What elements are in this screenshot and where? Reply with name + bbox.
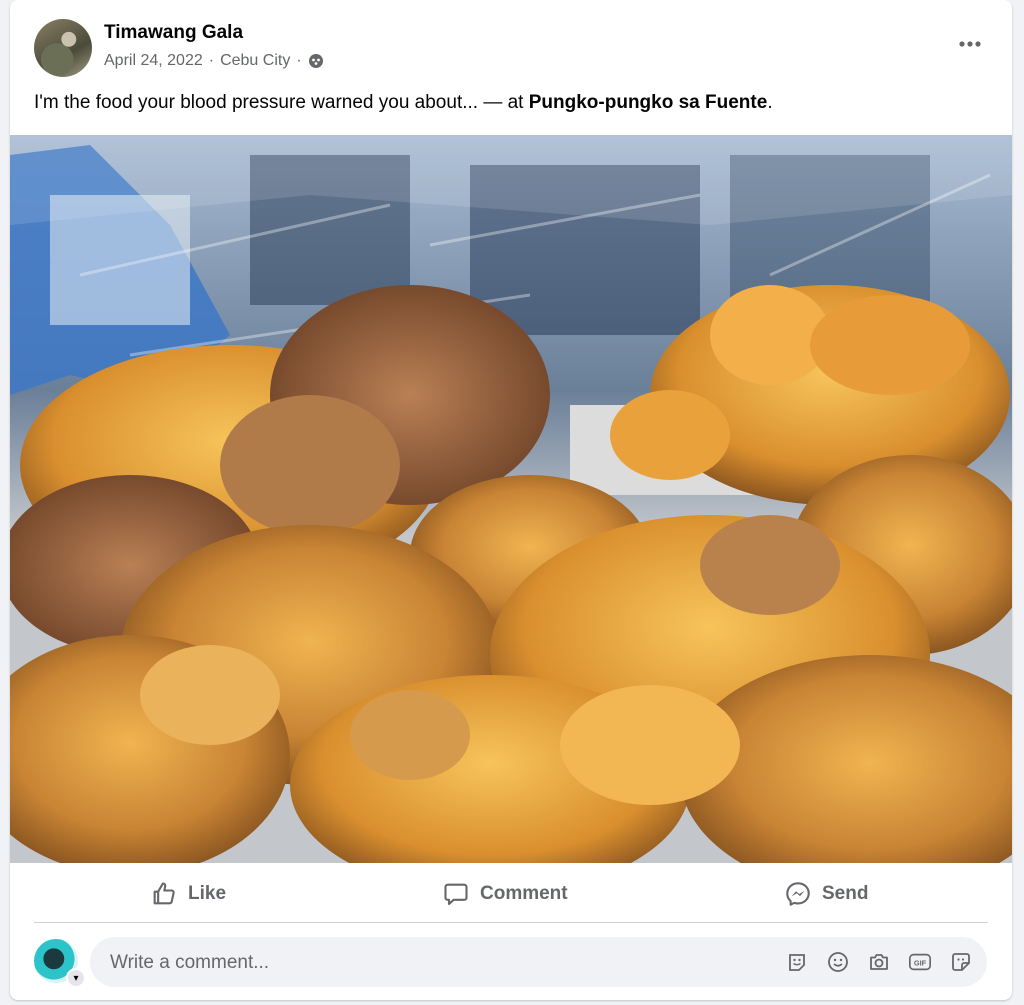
caption-end: . <box>767 92 773 113</box>
author-avatar[interactable] <box>34 19 92 77</box>
meta-separator: · <box>208 52 215 69</box>
speech-bubble-icon <box>444 883 468 905</box>
comment-button[interactable]: Comment <box>442 874 568 914</box>
send-button[interactable]: Send <box>784 874 868 914</box>
camera-icon[interactable] <box>867 950 891 974</box>
chevron-down-icon[interactable]: ▾ <box>66 968 86 988</box>
caption-place-link[interactable]: Pungko-pungko sa Fuente <box>529 92 768 113</box>
avatar-sticker-icon[interactable] <box>785 950 809 974</box>
thumbs-up-icon <box>153 882 175 905</box>
svg-text:GIF: GIF <box>914 959 927 968</box>
sticker-icon[interactable] <box>949 950 973 974</box>
author-name[interactable]: Timawang Gala <box>104 22 243 44</box>
like-button[interactable]: Like <box>150 874 226 914</box>
send-label: Send <box>822 883 869 904</box>
post-header: Timawang Gala April 24, 2022 · Cebu City… <box>10 0 1012 90</box>
post-actions: Like Comment Send <box>10 864 1012 924</box>
comment-label: Comment <box>480 883 568 904</box>
gif-icon[interactable]: GIF <box>908 950 932 974</box>
messenger-icon <box>786 882 810 906</box>
post-photo[interactable] <box>10 135 1012 863</box>
comment-box: GIF <box>90 937 987 989</box>
smiley-icon[interactable] <box>826 950 850 974</box>
more-options-icon <box>959 41 981 47</box>
globe-icon[interactable] <box>308 53 324 69</box>
caption-text: I'm the food your blood pressure warned … <box>34 92 529 113</box>
post-meta: April 24, 2022 · Cebu City · <box>104 52 324 70</box>
actions-divider <box>34 922 988 923</box>
meta-separator: · <box>296 52 302 69</box>
post-location[interactable]: Cebu City <box>220 52 290 70</box>
more-options-button[interactable] <box>952 26 988 62</box>
like-label: Like <box>188 883 227 904</box>
post-caption: I'm the food your blood pressure warned … <box>34 92 773 114</box>
post-card: Timawang Gala April 24, 2022 · Cebu City… <box>10 0 1012 1000</box>
photo-illustration <box>10 135 1012 863</box>
comment-input[interactable] <box>108 937 752 989</box>
post-date[interactable]: April 24, 2022 <box>104 52 203 70</box>
